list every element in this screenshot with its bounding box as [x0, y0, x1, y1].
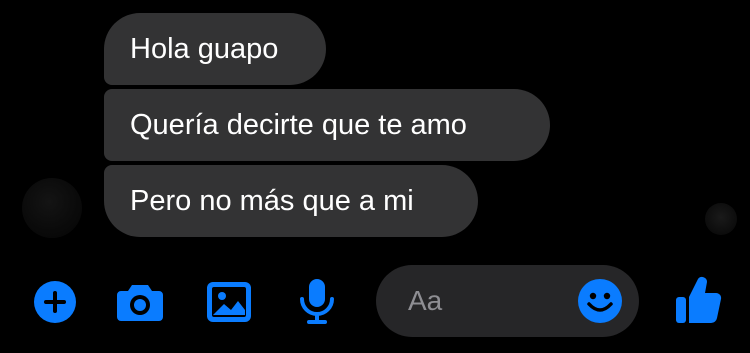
message-input[interactable] [408, 279, 568, 323]
gallery-icon[interactable] [205, 278, 253, 326]
microphone-icon[interactable] [293, 278, 341, 326]
message-text: Quería decirte que te amo [130, 109, 467, 141]
message-text: Pero no más que a mi [130, 185, 414, 217]
plus-circle-icon[interactable] [31, 278, 79, 326]
emoji-icon[interactable] [576, 277, 624, 325]
camera-icon[interactable] [116, 278, 164, 326]
message-text: Hola guapo [130, 33, 279, 65]
contact-avatar[interactable] [22, 178, 82, 238]
message-bubble[interactable]: Pero no más que a mi [104, 165, 478, 237]
message-bubble[interactable]: Hola guapo [104, 13, 326, 85]
message-bubble[interactable]: Quería decirte que te amo [104, 89, 550, 161]
thumbs-up-icon[interactable] [672, 274, 724, 326]
seen-avatar [705, 203, 737, 235]
message-composer[interactable] [376, 265, 639, 337]
